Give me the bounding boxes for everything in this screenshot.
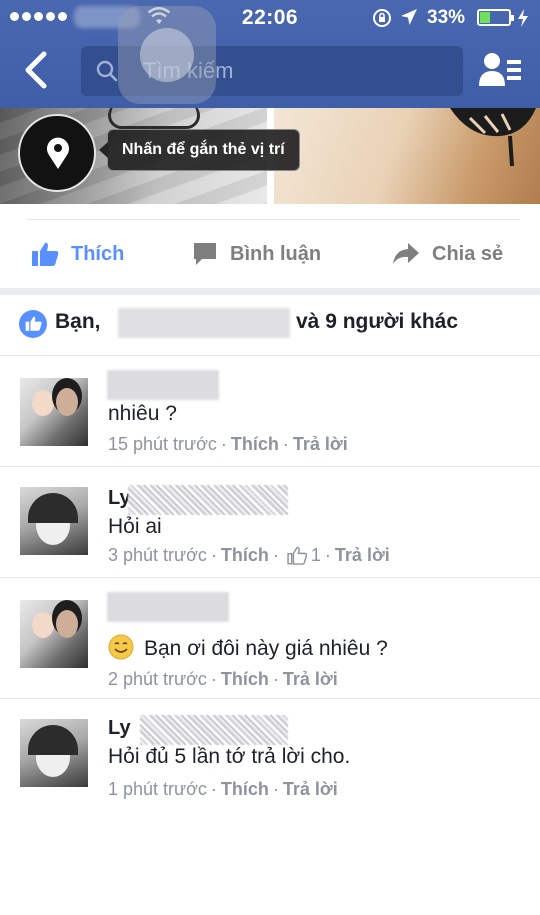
likes-others-link[interactable]: và 9 người khác <box>296 310 458 334</box>
comment-bubble-icon <box>194 243 216 265</box>
avatar[interactable] <box>20 600 88 668</box>
comment-like-link[interactable]: Thích <box>221 669 269 690</box>
share-arrow-icon <box>393 243 419 264</box>
location-pin-icon <box>47 137 69 169</box>
app-header: 22:06 33% Tìm kiếm <box>0 0 540 108</box>
comment-item: Ly Hỏi ai 3 phút trước · Thích · 1 · Trả… <box>0 467 540 577</box>
redacted-commenter-name <box>107 370 219 400</box>
comment-text: Bạn ơi đôi này giá nhiêu ? <box>108 634 388 661</box>
avatar[interactable] <box>20 378 88 446</box>
likes-summary[interactable]: Bạn, và 9 người khác <box>0 296 540 354</box>
comment-item: Bạn ơi đôi này giá nhiêu ? 2 phút trước … <box>0 578 540 698</box>
tag-location-tooltip[interactable]: Nhấn để gắn thẻ vị trí <box>99 129 300 171</box>
likes-you-text: Bạn, <box>55 310 101 333</box>
charging-bolt-icon <box>518 9 528 27</box>
comment-item: nhiêu ? 15 phút trước · Thích · Trả lời <box>0 356 540 466</box>
comment-time[interactable]: 15 phút trước <box>108 434 217 455</box>
friend-requests-icon[interactable] <box>477 48 523 92</box>
share-label: Chia sẻ <box>432 242 504 265</box>
comment-time[interactable]: 3 phút trước <box>108 545 207 566</box>
comment-like-link[interactable]: Thích <box>221 779 269 800</box>
thumbs-up-icon <box>32 242 59 266</box>
commenter-name[interactable]: Ly <box>108 717 131 740</box>
battery-icon <box>477 9 514 26</box>
post-photos[interactable]: Nhấn để gắn thẻ vị trí <box>0 108 540 204</box>
share-button[interactable]: Chia sẻ <box>392 236 503 272</box>
redacted-friend-name <box>118 308 290 338</box>
redacted-commenter-name <box>128 485 288 515</box>
comment-reply-link[interactable]: Trả lời <box>293 434 348 455</box>
comment-like-count[interactable]: 1 <box>311 545 321 566</box>
comment-reply-link[interactable]: Trả lời <box>283 669 338 690</box>
shoe-image <box>450 108 536 167</box>
comment-reply-link[interactable]: Trả lời <box>335 545 390 566</box>
like-button[interactable]: Thích <box>31 236 124 272</box>
search-icon <box>96 60 118 82</box>
battery-percent: 33% <box>427 7 466 28</box>
comment-meta: 15 phút trước · Thích · Trả lời <box>108 434 348 455</box>
back-button[interactable] <box>18 48 54 92</box>
comment-time[interactable]: 1 phút trước <box>108 779 207 800</box>
comment-meta: 3 phút trước · Thích · 1 · Trả lời <box>108 545 390 566</box>
like-label: Thích <box>71 242 125 265</box>
tag-location-button[interactable] <box>18 114 96 192</box>
comment-text-content: Bạn ơi đôi này giá nhiêu ? <box>144 637 388 660</box>
location-arrow-icon <box>401 9 417 25</box>
redacted-commenter-name <box>140 715 288 745</box>
assistive-touch-button[interactable] <box>118 6 216 104</box>
comment-item: Ly Hỏi đủ 5 lần tớ trả lời cho. 1 phút t… <box>0 699 540 809</box>
avatar[interactable] <box>20 487 88 555</box>
comment-reply-link[interactable]: Trả lời <box>283 779 338 800</box>
thumbs-up-icon <box>287 546 307 565</box>
rotation-lock-icon <box>373 9 391 27</box>
comment-text: nhiêu ? <box>108 402 177 425</box>
comment-meta: 2 phút trước · Thích · Trả lời <box>108 669 338 690</box>
comment-text: Hỏi ai <box>108 515 162 538</box>
divider <box>27 219 520 220</box>
avatar[interactable] <box>20 719 88 787</box>
comment-time[interactable]: 2 phút trước <box>108 669 207 690</box>
comment-button[interactable]: Bình luận <box>192 236 321 272</box>
comment-text: Hỏi đủ 5 lần tớ trả lời cho. <box>108 745 351 768</box>
comment-meta: 1 phút trước · Thích · Trả lời <box>108 779 338 800</box>
comment-like-link[interactable]: Thích <box>231 434 279 455</box>
smile-emoji-icon <box>108 634 134 660</box>
section-divider <box>0 288 540 295</box>
redacted-commenter-name <box>107 592 229 622</box>
like-reaction-icon <box>19 310 47 338</box>
comment-label: Bình luận <box>230 242 322 265</box>
status-bar: 22:06 33% <box>0 0 540 36</box>
comment-like-link[interactable]: Thích <box>221 545 269 566</box>
